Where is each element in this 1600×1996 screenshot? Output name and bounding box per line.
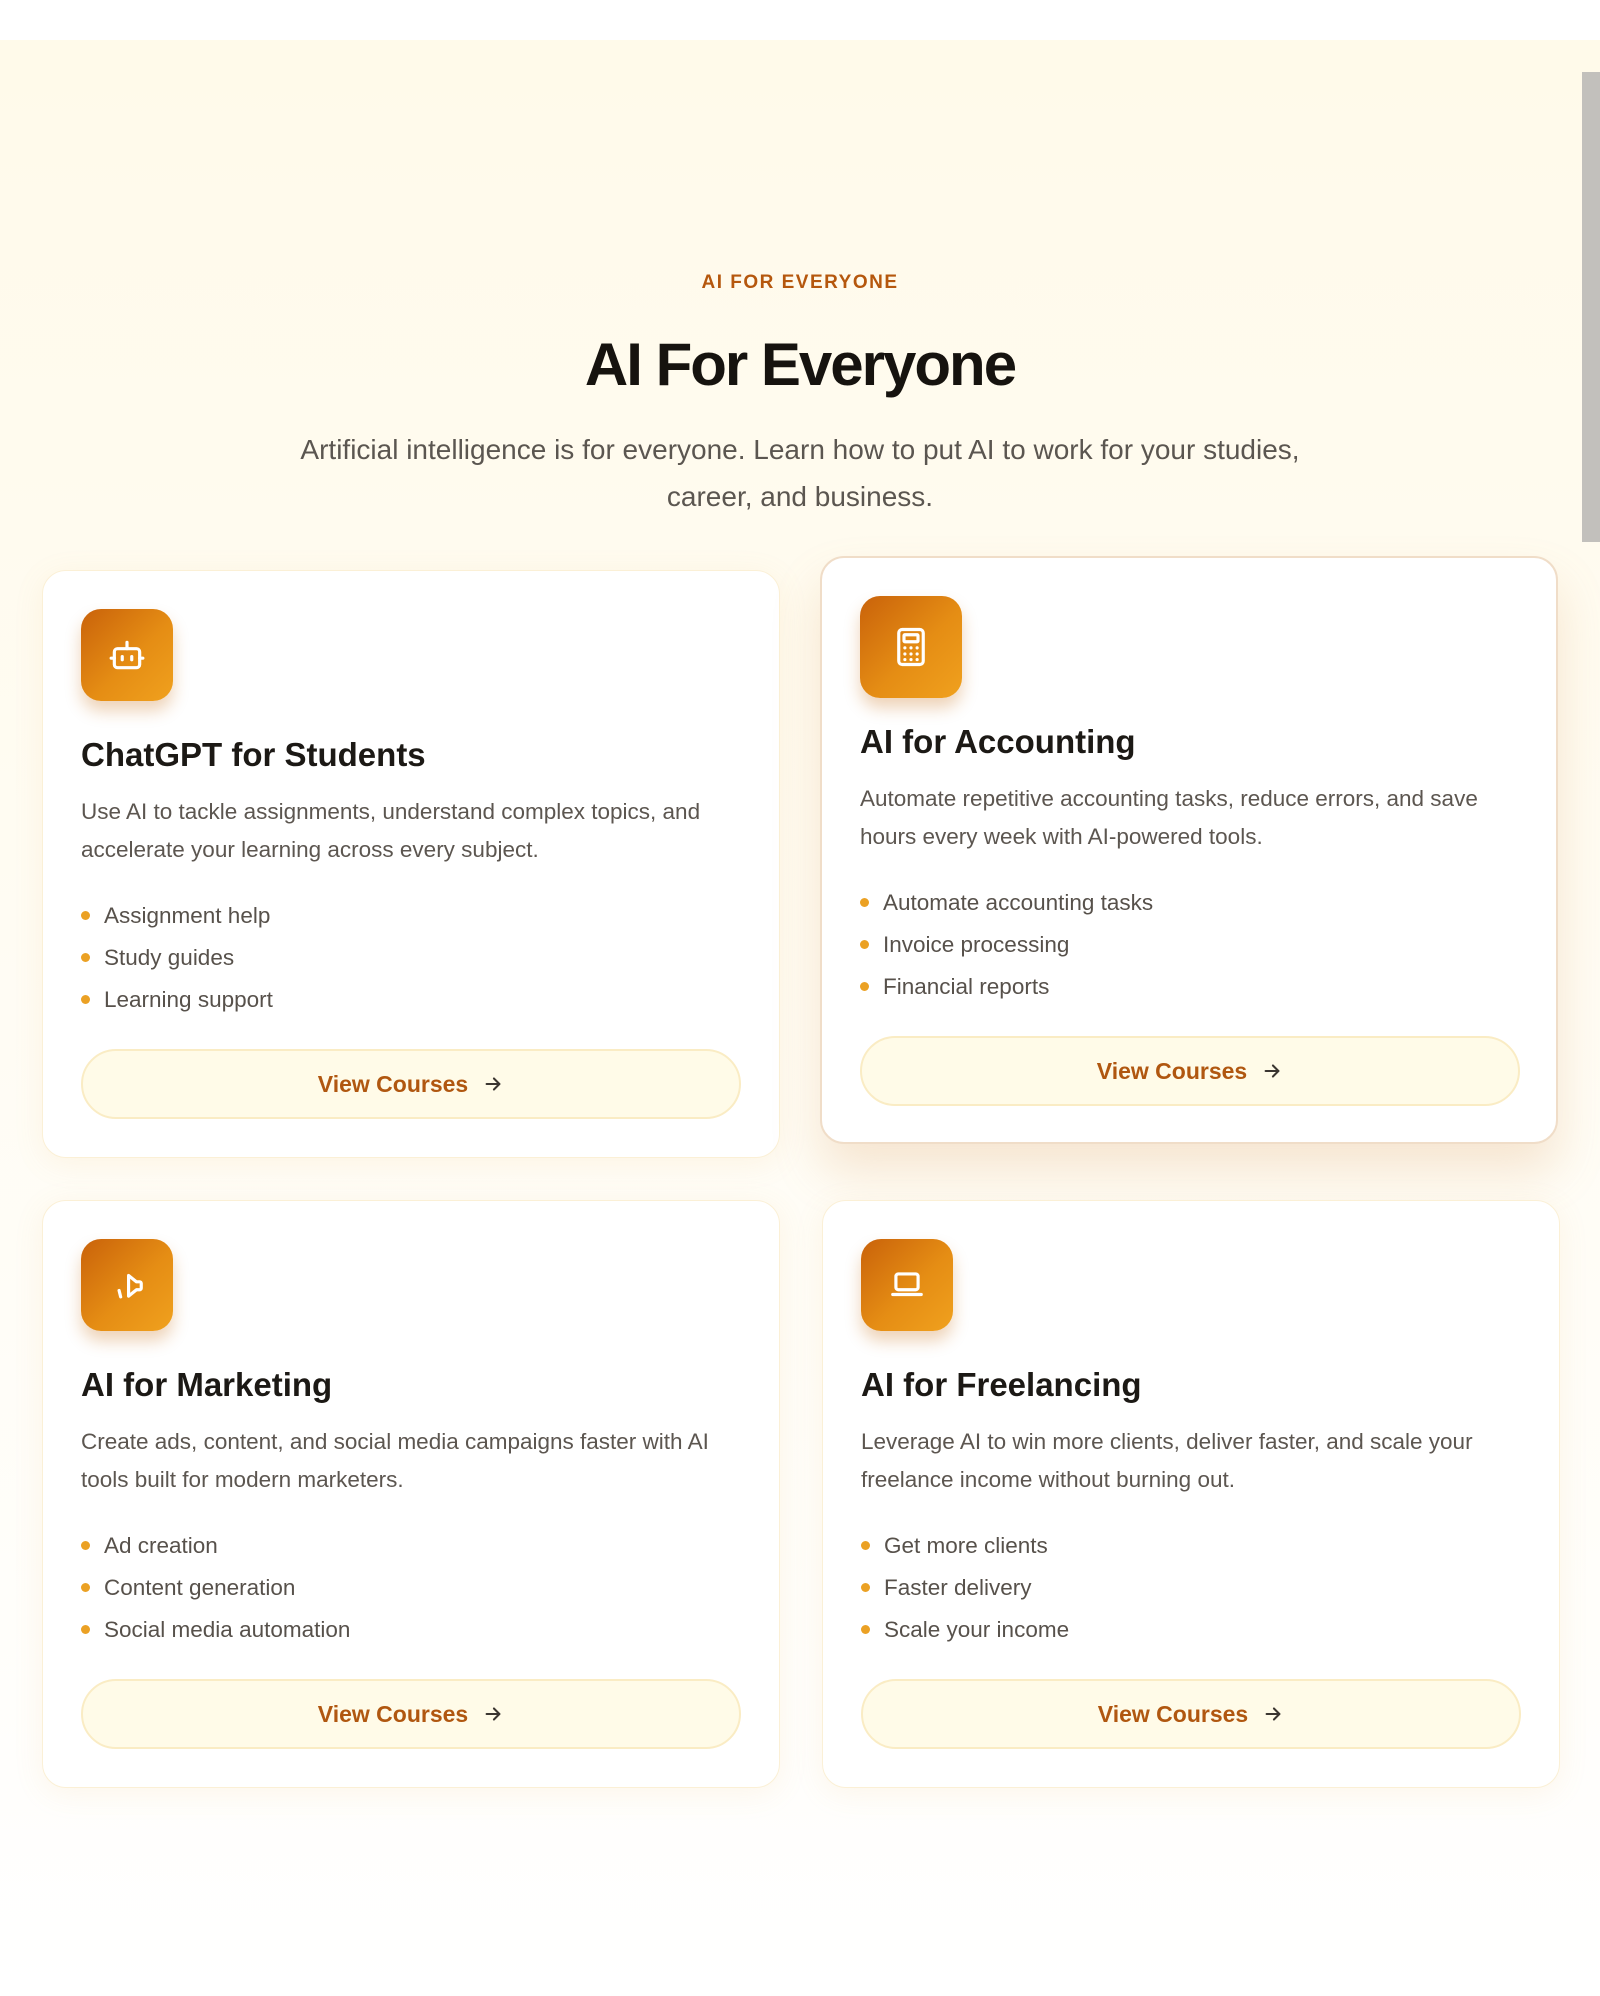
- ai-for-everyone-section: AI FOR EVERYONE AI For Everyone Artifici…: [0, 40, 1600, 1996]
- feature-item: Financial reports: [860, 966, 1153, 1008]
- view-courses-label: View Courses: [317, 1700, 469, 1727]
- page: AI FOR EVERYONE AI For Everyone Artifici…: [0, 0, 1600, 1996]
- feature-item: Content generation: [81, 1567, 350, 1609]
- card-description: Create ads, content, and social media ca…: [81, 1429, 709, 1492]
- feature-item: Automate accounting tasks: [860, 882, 1153, 924]
- feature-list: Ad creation Content generation Social me…: [81, 1525, 350, 1651]
- view-courses-label: View Courses: [1096, 1057, 1248, 1084]
- feature-list: Assignment help Study guides Learning su…: [81, 895, 273, 1021]
- feature-item: Ad creation: [81, 1525, 350, 1567]
- feature-item: Scale your income: [861, 1609, 1069, 1651]
- card-title: AI for Marketing: [81, 1366, 333, 1403]
- feature-list: Automate accounting tasks Invoice proces…: [860, 882, 1153, 1008]
- card-description: Automate repetitive accounting tasks, re…: [860, 786, 1478, 849]
- card-ai-for-freelancing[interactable]: AI for Freelancing Leverage AI to win mo…: [822, 1200, 1560, 1788]
- card-chatgpt-for-students[interactable]: ChatGPT for Students Use AI to tackle as…: [42, 570, 780, 1158]
- arrow-right-icon: [1265, 1707, 1281, 1721]
- arrow-right-icon: [485, 1707, 501, 1721]
- card-description: Use AI to tackle assignments, understand…: [81, 799, 701, 862]
- view-courses-label: View Courses: [1097, 1700, 1249, 1727]
- feature-item: Social media automation: [81, 1609, 350, 1651]
- feature-item: Study guides: [81, 937, 273, 979]
- section-title: AI For Everyone: [584, 331, 1017, 398]
- view-courses-button[interactable]: View Courses: [81, 1679, 741, 1749]
- card-description: Leverage AI to win more clients, deliver…: [861, 1429, 1473, 1492]
- section-subtitle: Artificial intelligence is for everyone.…: [300, 434, 1300, 512]
- feature-item: Get more clients: [861, 1525, 1069, 1567]
- section-eyebrow: AI FOR EVERYONE: [701, 272, 899, 293]
- card-title: AI for Freelancing: [861, 1366, 1142, 1403]
- card-ai-for-accounting[interactable]: AI for Accounting Automate repetitive ac…: [820, 556, 1558, 1144]
- feature-list: Get more clients Faster delivery Scale y…: [861, 1525, 1069, 1651]
- view-courses-label: View Courses: [317, 1070, 469, 1097]
- feature-item: Invoice processing: [860, 924, 1153, 966]
- laptop-icon: [861, 1239, 953, 1331]
- arrow-right-icon: [1264, 1064, 1280, 1078]
- feature-item: Assignment help: [81, 895, 273, 937]
- feature-item: Faster delivery: [861, 1567, 1069, 1609]
- arrow-right-icon: [485, 1077, 501, 1091]
- card-ai-for-marketing[interactable]: AI for Marketing Create ads, content, an…: [42, 1200, 780, 1788]
- feature-item: Learning support: [81, 979, 273, 1021]
- view-courses-button[interactable]: View Courses: [860, 1036, 1520, 1106]
- calculator-icon: [860, 596, 962, 698]
- view-courses-button[interactable]: View Courses: [861, 1679, 1521, 1749]
- robot-icon: [81, 609, 173, 701]
- scrollbar-thumb[interactable]: [1582, 72, 1600, 542]
- view-courses-button[interactable]: View Courses: [81, 1049, 741, 1119]
- card-title: AI for Accounting: [860, 723, 1136, 760]
- megaphone-icon: [81, 1239, 173, 1331]
- card-title: ChatGPT for Students: [81, 736, 426, 773]
